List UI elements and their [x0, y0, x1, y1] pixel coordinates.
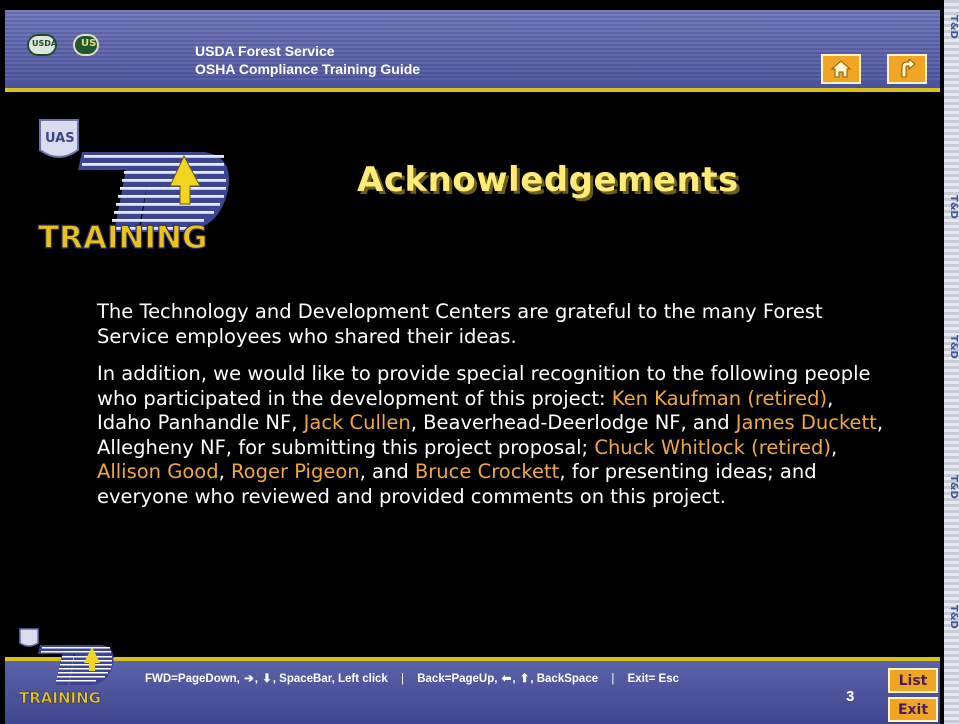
paragraph-text: ,: [218, 460, 231, 483]
contributor-name: Ken Kaufman (retired): [611, 386, 828, 410]
fwd-hint-rest: SpaceBar, Left click: [279, 673, 388, 685]
paragraph-text: , and: [359, 460, 415, 483]
contributor-name: Allison Good: [97, 460, 219, 483]
header-title: USDA Forest Service OSHA Compliance Trai…: [195, 42, 420, 78]
contributor-name: Jack Cullen: [303, 411, 411, 434]
svg-text:TRAINING: TRAINING: [38, 220, 207, 256]
page-title: Acknowledgements: [357, 160, 739, 200]
decorative-side-strip: T&D T&D T&D T&D T&D: [944, 0, 959, 724]
strip-mark: T&D: [948, 195, 959, 219]
svg-text:UAS: UAS: [45, 131, 75, 146]
exit-hint: Exit= Esc: [627, 673, 679, 685]
strip-mark: T&D: [948, 15, 959, 39]
right-arrow-icon: ➔: [244, 673, 254, 685]
left-arrow-icon: ⬅: [501, 673, 512, 685]
td-training-footer-logo: TRAINING: [19, 628, 114, 707]
header-bar: USDA US USDA Forest Service OSHA Complia…: [5, 10, 940, 92]
paragraph-text: ,: [830, 435, 838, 459]
page-number: 3: [846, 688, 855, 705]
list-button[interactable]: List: [888, 668, 938, 693]
acknowledgements-body: The Technology and Development Centers a…: [97, 300, 887, 522]
back-hint-label: Back=PageUp,: [417, 673, 498, 685]
strip-mark: T&D: [948, 605, 959, 629]
contributor-name: Roger Pigeon: [231, 460, 360, 483]
fwd-hint-label: FWD=PageDown,: [145, 673, 240, 685]
strip-mark: T&D: [948, 335, 959, 359]
back-hint-rest: BackSpace: [536, 673, 599, 685]
td-training-logo: UAS TRAINING: [37, 119, 229, 257]
return-arrow-icon: [901, 59, 916, 78]
hint-separator: |: [401, 673, 405, 685]
home-button[interactable]: [821, 54, 861, 84]
forest-service-logo: US: [73, 34, 99, 56]
exit-button[interactable]: Exit: [888, 697, 938, 722]
paragraph-intro: The Technology and Development Centers a…: [97, 300, 823, 348]
contributor-name: James Duckett: [735, 411, 877, 434]
contributor-name: Chuck Whitlock (retired): [594, 435, 831, 459]
paragraph-recognition: In addition, we would like to provide sp…: [97, 362, 887, 509]
contributor-name: Bruce Crockett: [414, 460, 560, 483]
header-title-line1: USDA Forest Service: [195, 43, 335, 59]
usda-logo: USDA: [27, 34, 57, 56]
paragraph-text: , Beaverhead-Deerlodge NF, and: [410, 411, 736, 434]
home-icon: [831, 60, 851, 78]
up-arrow-icon: ⬆: [519, 673, 530, 685]
down-arrow-icon: ⬇: [262, 673, 272, 685]
hint-separator: |: [611, 673, 615, 685]
svg-text:TRAINING: TRAINING: [19, 689, 101, 707]
return-button[interactable]: [887, 54, 927, 84]
header-title-line2: OSHA Compliance Training Guide: [195, 61, 421, 77]
keyboard-hints: FWD=PageDown, ➔, ⬇, SpaceBar, Left click…: [145, 673, 679, 685]
footer-bar: [5, 657, 940, 724]
strip-mark: T&D: [948, 475, 959, 499]
